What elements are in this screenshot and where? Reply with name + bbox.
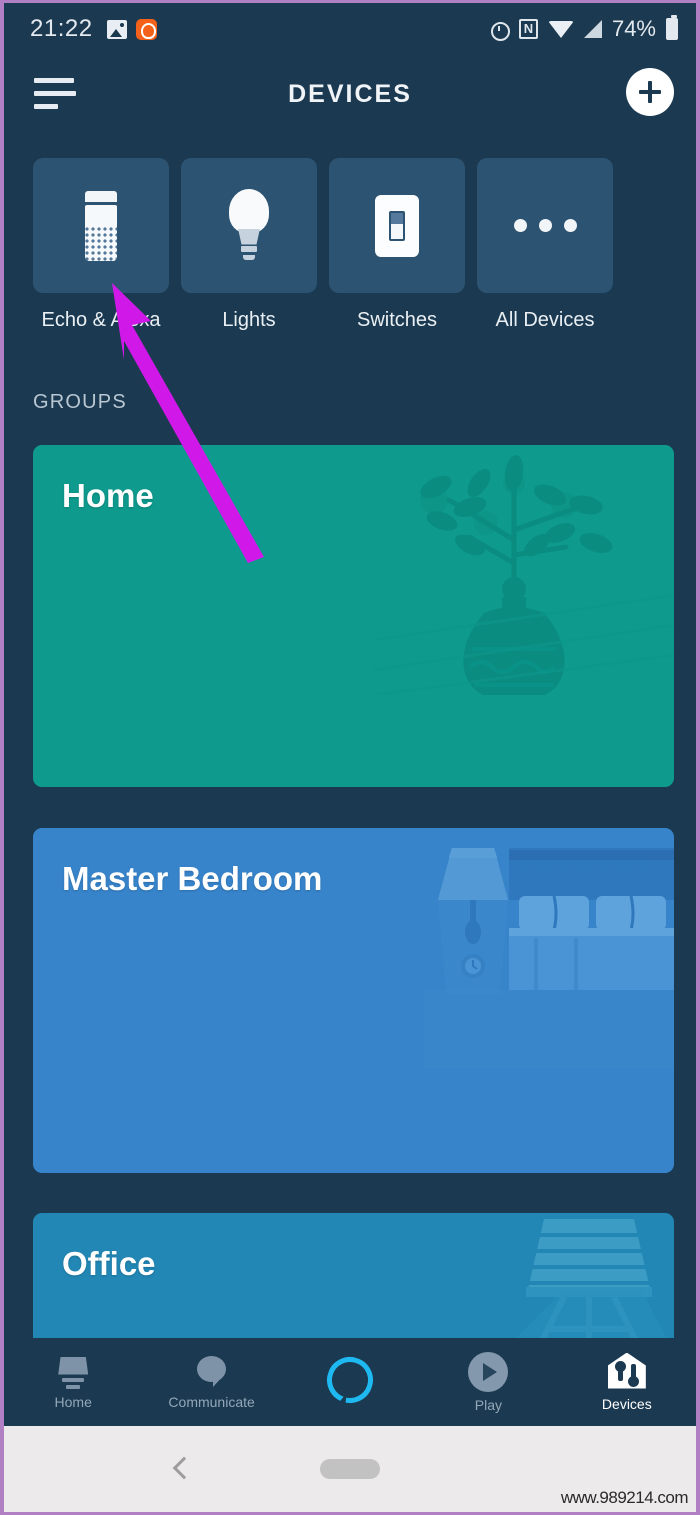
echo-cap <box>85 190 117 202</box>
nav-label: Home <box>54 1393 92 1410</box>
group-name: Master Bedroom <box>62 860 323 897</box>
alarm-icon <box>489 19 510 41</box>
status-system-icons: N 74% <box>489 15 678 42</box>
groups-section-label: GROUPS <box>33 391 127 413</box>
app-screen: 21:22 N 74% DEVICES Echo & Alexa Lights … <box>4 3 696 1512</box>
light-bulb-icon <box>222 188 276 263</box>
category-label: Lights <box>222 309 276 331</box>
back-chevron-icon[interactable] <box>172 1456 196 1480</box>
status-bar: 21:22 N 74% <box>4 3 696 55</box>
category-tile[interactable] <box>33 158 169 293</box>
page-title: DEVICES <box>288 80 412 108</box>
home-pill-indicator[interactable] <box>320 1459 380 1479</box>
orange-app-icon <box>135 18 157 40</box>
group-name: Home <box>62 477 154 514</box>
play-circle-icon <box>468 1351 509 1392</box>
bulb-base <box>241 245 257 252</box>
floor-lamp-art <box>503 1219 673 1351</box>
group-card-home[interactable]: Home <box>33 445 674 787</box>
bubble-tail <box>212 1374 224 1387</box>
category-lights[interactable]: Lights <box>181 158 317 332</box>
phone-screenshot: 21:22 N 74% DEVICES Echo & Alexa Lights … <box>0 0 700 1515</box>
android-system-bar: www.989214.com <box>4 1426 696 1512</box>
battery-icon <box>666 15 678 40</box>
house-controls-icon <box>607 1352 646 1391</box>
category-label: Echo & Alexa <box>41 309 161 331</box>
feed-home-icon <box>56 1355 90 1389</box>
group-card-master-bedroom[interactable]: Master Bedroom <box>33 828 674 1173</box>
house-shape <box>607 1352 646 1389</box>
home-line <box>62 1377 85 1382</box>
control-slider <box>627 1363 639 1387</box>
echo-grille <box>85 226 117 261</box>
dot <box>513 219 527 232</box>
category-label: All Devices <box>495 309 595 331</box>
alexa-ring-icon <box>321 1351 379 1409</box>
watermark: www.989214.com <box>560 1488 689 1507</box>
bulb-neck <box>238 228 260 245</box>
group-card-office[interactable]: Office <box>33 1213 674 1351</box>
bulb-glass <box>229 188 269 233</box>
nav-label: Devices <box>601 1395 652 1412</box>
dot <box>538 219 552 232</box>
switch-rocker <box>389 210 405 241</box>
potted-plant-art <box>374 455 674 695</box>
echo-speaker-icon <box>83 190 119 261</box>
photo-icon <box>106 19 127 39</box>
nav-item-play[interactable]: Play <box>419 1351 557 1413</box>
status-notification-icons <box>106 18 157 40</box>
category-tile[interactable] <box>477 158 613 293</box>
nav-item-alexa[interactable] <box>281 1357 419 1408</box>
bedroom-lamp-bed-art <box>424 848 674 1068</box>
wifi-icon <box>547 20 574 38</box>
category-label: Switches <box>356 309 438 331</box>
bulb-tip <box>243 254 255 260</box>
category-all-devices[interactable]: All Devices <box>477 158 613 332</box>
category-echo-and-alexa[interactable]: Echo & Alexa <box>33 158 169 332</box>
app-bar: DEVICES <box>4 58 696 130</box>
nav-item-communicate[interactable]: Communicate <box>142 1355 280 1410</box>
control-slider <box>614 1360 626 1381</box>
nav-item-devices[interactable]: Devices <box>558 1352 696 1412</box>
device-category-row: Echo & Alexa Lights Switches All Devices <box>33 158 673 332</box>
nfc-icon: N <box>518 19 538 39</box>
speech-bubble-icon <box>195 1355 229 1389</box>
category-tile[interactable] <box>181 158 317 293</box>
category-switches[interactable]: Switches <box>329 158 465 332</box>
group-name: Office <box>62 1245 156 1282</box>
battery-percent: 74% <box>611 16 656 41</box>
status-time: 21:22 <box>30 15 93 42</box>
dot <box>563 219 577 232</box>
cellular-signal-icon <box>583 20 602 38</box>
nav-label: Play <box>474 1396 503 1413</box>
ellipsis-icon <box>513 219 577 232</box>
home-line <box>66 1384 81 1389</box>
nav-label: Communicate <box>168 1393 255 1410</box>
bottom-navigation-bar: Home Communicate Play Devices <box>4 1338 696 1426</box>
category-tile[interactable] <box>329 158 465 293</box>
nav-item-home[interactable]: Home <box>4 1355 142 1410</box>
home-shape <box>58 1356 89 1375</box>
plus-circle-icon[interactable] <box>626 68 674 116</box>
light-switch-icon <box>375 194 419 257</box>
